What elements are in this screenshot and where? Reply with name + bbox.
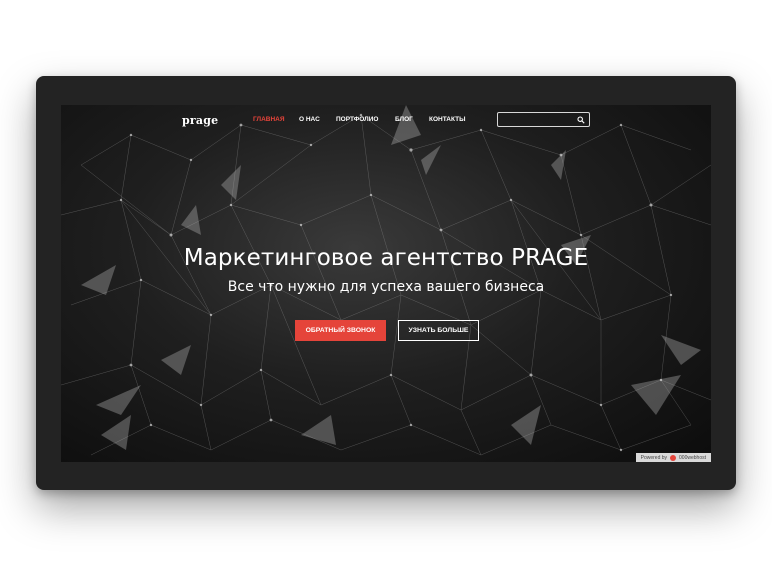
device-frame: prage ГЛАВНАЯ О НАС ПОРТФОЛИО БЛОГ КОНТА… bbox=[36, 76, 736, 490]
nav-item-blog[interactable]: БЛОГ bbox=[395, 116, 413, 123]
callback-button[interactable]: ОБРАТНЫЙ ЗВОНОК bbox=[295, 320, 386, 341]
powered-by-brand: 000webhost bbox=[679, 454, 706, 461]
search-icon[interactable] bbox=[577, 116, 585, 124]
powered-by-badge[interactable]: Powered by 000webhost bbox=[635, 453, 711, 462]
webhost-logo-icon bbox=[670, 454, 677, 461]
search-box bbox=[497, 112, 590, 127]
nav-item-contacts[interactable]: КОНТАКТЫ bbox=[429, 116, 465, 123]
top-navbar: prage ГЛАВНАЯ О НАС ПОРТФОЛИО БЛОГ КОНТА… bbox=[61, 105, 711, 135]
hero-subtitle: Все что нужно для успеха вашего бизнеса bbox=[227, 279, 545, 295]
nav-item-about[interactable]: О НАС bbox=[299, 116, 320, 123]
search-input[interactable] bbox=[501, 114, 577, 127]
nav-item-home[interactable]: ГЛАВНАЯ bbox=[253, 116, 285, 123]
hero-title: Маркетинговое агентство PRAGE bbox=[183, 245, 589, 271]
website-screen: prage ГЛАВНАЯ О НАС ПОРТФОЛИО БЛОГ КОНТА… bbox=[61, 105, 711, 462]
site-logo[interactable]: prage bbox=[182, 114, 218, 127]
powered-by-label: Powered by bbox=[640, 454, 668, 461]
nav-item-portfolio[interactable]: ПОРТФОЛИО bbox=[336, 116, 378, 123]
learn-more-button[interactable]: УЗНАТЬ БОЛЬШЕ bbox=[398, 320, 479, 341]
